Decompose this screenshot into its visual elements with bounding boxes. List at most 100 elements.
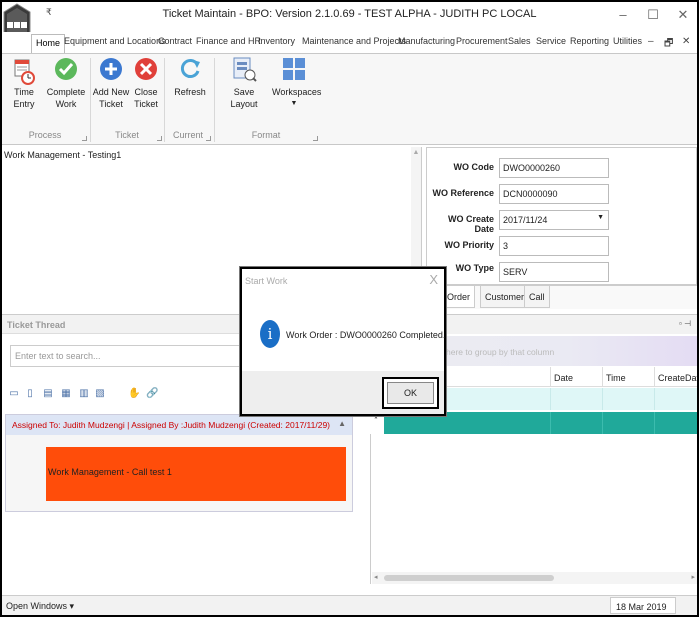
filter-cell[interactable] <box>654 388 655 410</box>
tab-sales[interactable]: Sales <box>508 36 531 46</box>
close-ticket-label: Close Ticket <box>134 87 158 109</box>
wo-priority-field[interactable]: 3 <box>499 236 609 256</box>
chevron-down-icon[interactable]: ▼ <box>597 214 604 221</box>
ok-button-label: OK <box>387 382 434 404</box>
form-row-wo-code: WO Code DWO0000260 <box>427 158 697 178</box>
form-tabs: rk Order Customer Call <box>426 285 697 309</box>
filter-cell[interactable] <box>602 388 603 410</box>
add-new-ticket-button[interactable]: Add New Ticket <box>92 56 130 110</box>
title-bar: ₹ Ticket Maintain - BPO: Version 2.1.0.6… <box>2 2 697 51</box>
form-row-wo-create-date: WO Create Date 2017/11/24 ▼ <box>427 210 697 234</box>
group-by-hint: here to group by that column <box>446 347 555 357</box>
wo-create-date-label: WO Create Date <box>447 214 494 234</box>
complete-work-button[interactable]: Complete Work <box>46 56 86 110</box>
add-icon <box>98 56 124 82</box>
column-createdate[interactable]: CreateDate <box>654 367 697 387</box>
tab-finance-and-hr[interactable]: Finance and HR <box>196 36 261 46</box>
wo-type-field[interactable]: SERV <box>499 262 609 282</box>
tab-inventory[interactable]: Inventory <box>258 36 295 46</box>
close-icon <box>133 56 159 82</box>
tab-procurement[interactable]: Procurement <box>456 36 508 46</box>
divider <box>164 58 165 142</box>
dialog-launcher-icon[interactable] <box>313 136 318 141</box>
dialog-launcher-icon[interactable] <box>82 136 87 141</box>
ribbon: Time Entry Complete Work Add New Ticket <box>2 53 697 145</box>
ticket-thread-title: Ticket Thread <box>7 320 66 330</box>
scroll-up-icon[interactable]: ▲ <box>412 149 420 156</box>
tab-service[interactable]: Service <box>536 36 566 46</box>
scroll-left-icon[interactable]: ◂ <box>374 573 378 581</box>
complete-work-label: Complete Work <box>46 87 86 109</box>
tab-manufacturing[interactable]: Manufacturing <box>398 36 455 46</box>
filter-cell[interactable] <box>550 388 551 410</box>
minimize-button[interactable]: – <box>606 4 640 26</box>
dialog-footer: OK <box>242 371 444 414</box>
thread-entry: Assigned To: Judith Mudzengi | Assigned … <box>5 414 353 512</box>
workspaces-icon <box>281 56 307 82</box>
add-new-ticket-label: Add New Ticket <box>92 87 130 109</box>
horizontal-scrollbar[interactable]: ◂ ▸ <box>372 572 697 584</box>
group-label-ticket: Ticket <box>115 130 139 140</box>
ribbon-restore-button[interactable]: 🗗 <box>664 36 673 53</box>
tab-utilities[interactable]: Utilities <box>613 36 642 46</box>
dialog-launcher-icon[interactable] <box>206 136 211 141</box>
status-bar: Open Windows ▾ 18 Mar 2019 <box>2 595 697 615</box>
refresh-button[interactable]: Refresh <box>172 56 208 98</box>
scrollbar-thumb[interactable] <box>384 575 554 581</box>
chevron-up-icon[interactable]: ▲ <box>338 419 346 428</box>
column-date[interactable]: Date <box>550 367 602 387</box>
tab-equipment-and-locations[interactable]: Equipment and Locations <box>64 36 166 46</box>
time-entry-button[interactable]: Time Entry <box>4 56 44 110</box>
save-layout-button[interactable]: Save Layout <box>220 56 268 110</box>
tab-contract[interactable]: Contract <box>158 36 192 46</box>
close-window-button[interactable]: ✕ <box>666 4 697 26</box>
layout-tiles-icon[interactable]: ▥ <box>78 388 90 400</box>
ribbon-tabs: Home Equipment and Locations Contract Fi… <box>2 32 697 54</box>
close-ticket-button[interactable]: Close Ticket <box>132 56 160 110</box>
divider <box>90 58 91 142</box>
layout-grid-icon[interactable]: ▦ <box>60 388 72 400</box>
column-time[interactable]: Time <box>602 367 654 387</box>
ok-button[interactable]: OK <box>382 377 439 409</box>
workspaces-button[interactable]: Workspaces ▼ <box>272 56 321 110</box>
layout-stack-icon[interactable]: ▤ <box>42 388 54 400</box>
wo-code-field[interactable]: DWO0000260 <box>499 158 609 178</box>
wo-create-date-value: 2017/11/24 <box>503 215 548 225</box>
row-cell[interactable] <box>550 412 551 434</box>
ribbon-close-button[interactable]: ✕ <box>682 36 690 47</box>
save-layout-icon <box>231 56 257 82</box>
dialog-launcher-icon[interactable] <box>157 136 162 141</box>
ribbon-minimize-button[interactable]: – <box>648 36 654 47</box>
wo-reference-label: WO Reference <box>432 188 494 198</box>
wo-reference-field[interactable]: DCN0000090 <box>499 184 609 204</box>
dialog-message: Work Order : DWO0000260 Completed. <box>286 330 446 340</box>
save-layout-label: Save Layout <box>230 87 258 109</box>
thread-search-input[interactable]: Enter text to search... <box>10 345 250 367</box>
tab-maintenance-and-projects[interactable]: Maintenance and Projects <box>302 36 406 46</box>
assignment-bar[interactable]: Assigned To: Judith Mudzengi | Assigned … <box>6 415 352 435</box>
form-row-wo-priority: WO Priority 3 <box>427 236 697 256</box>
maximize-button[interactable]: ☐ <box>636 4 670 26</box>
layout-cards-icon[interactable]: ▧ <box>94 388 106 400</box>
tab-home[interactable]: Home <box>31 34 66 54</box>
layout-single-icon[interactable]: ▭ <box>8 388 20 400</box>
tab-customer[interactable]: Customer <box>480 286 530 308</box>
scroll-right-icon[interactable]: ▸ <box>691 573 695 581</box>
layout-split-icon[interactable]: ▯ <box>24 388 36 400</box>
tab-reporting[interactable]: Reporting <box>570 36 609 46</box>
wo-create-date-field[interactable]: 2017/11/24 ▼ <box>499 210 609 230</box>
dialog-close-button[interactable]: X <box>429 272 438 287</box>
link-icon[interactable]: 🔗 <box>146 388 158 400</box>
hand-icon[interactable]: ✋ <box>128 388 140 400</box>
open-windows-menu[interactable]: Open Windows ▾ <box>6 601 74 612</box>
wo-code-label: WO Code <box>453 162 495 172</box>
row-cell[interactable] <box>654 412 655 434</box>
tab-call[interactable]: Call <box>524 286 550 308</box>
info-icon: i <box>260 320 280 348</box>
row-cell[interactable] <box>602 412 603 434</box>
window-title: Ticket Maintain - BPO: Version 2.1.0.69 … <box>162 8 537 20</box>
app-window: ₹ Ticket Maintain - BPO: Version 2.1.0.6… <box>0 0 699 617</box>
divider <box>214 58 215 142</box>
pin-icon[interactable]: ▫ ⊣ <box>679 319 691 328</box>
refresh-icon <box>177 56 203 82</box>
